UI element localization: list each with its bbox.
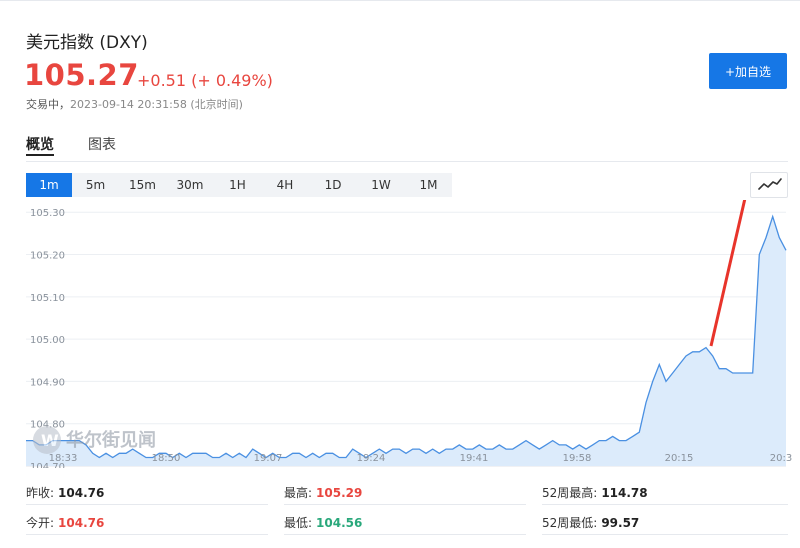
period-4h[interactable]: 4H xyxy=(261,173,309,197)
price-chart[interactable]: 105.30105.20105.10105.00104.90104.80104.… xyxy=(0,200,800,468)
y-tick-label: 104.90 xyxy=(30,377,65,388)
period-30m[interactable]: 30m xyxy=(166,173,214,197)
stat-52w-low: 52周最低: 99.57 xyxy=(542,514,639,531)
divider xyxy=(284,504,526,505)
price-area-fill xyxy=(26,216,786,466)
x-tick-label: 19:58 xyxy=(563,453,592,464)
tab-overview[interactable]: 概览 xyxy=(26,134,54,154)
x-tick-label: 18:50 xyxy=(152,453,181,464)
period-1mo[interactable]: 1M xyxy=(405,173,452,197)
y-tick-label: 105.20 xyxy=(30,251,65,262)
last-price: 105.27 xyxy=(24,58,139,92)
top-divider xyxy=(0,0,800,1)
stat-high: 最高: 105.29 xyxy=(284,484,362,501)
stat-label: 最低: xyxy=(284,516,313,530)
divider xyxy=(542,504,788,505)
y-tick-label: 105.10 xyxy=(30,293,65,304)
divider xyxy=(26,504,268,505)
instrument-title: 美元指数 (DXY) xyxy=(26,33,148,53)
stat-label: 52周最低: xyxy=(542,516,598,530)
stat-52w-high: 52周最高: 114.78 xyxy=(542,484,648,501)
x-tick-label: 20:15 xyxy=(665,453,694,464)
stat-open: 今开: 104.76 xyxy=(26,514,104,531)
stat-low: 最低: 104.56 xyxy=(284,514,362,531)
x-tick-label: 20:3 xyxy=(770,453,792,464)
period-5m[interactable]: 5m xyxy=(72,173,119,197)
period-1h[interactable]: 1H xyxy=(214,173,261,197)
period-1m[interactable]: 1m xyxy=(26,173,72,197)
watermark: W 华尔街见闻 xyxy=(33,426,156,454)
stat-label: 今开: xyxy=(26,516,55,530)
chart-type-toggle[interactable] xyxy=(750,172,788,198)
tabs-divider xyxy=(26,161,788,162)
stat-label: 昨收: xyxy=(26,486,55,500)
y-tick-label: 105.00 xyxy=(30,335,65,346)
stat-label: 52周最高: xyxy=(542,486,598,500)
stat-prev-close: 昨收: 104.76 xyxy=(26,484,104,501)
line-chart-icon xyxy=(758,178,782,190)
x-tick-label: 19:07 xyxy=(254,453,283,464)
x-tick-label: 19:24 xyxy=(357,453,386,464)
active-tab-indicator xyxy=(26,154,54,156)
timestamp: 2023-09-14 20:31:58 (北京时间) xyxy=(70,98,243,111)
price-change: +0.51 (+ 0.49%) xyxy=(137,71,273,90)
arrow-shaft xyxy=(709,200,747,347)
stat-label: 最高: xyxy=(284,486,313,500)
annotation-arrow xyxy=(709,200,747,347)
status-label: 交易中， xyxy=(26,98,70,111)
period-1w[interactable]: 1W xyxy=(357,173,405,197)
x-tick-label: 19:41 xyxy=(460,453,489,464)
stat-value: 105.29 xyxy=(316,486,363,500)
trading-status: 交易中，2023-09-14 20:31:58 (北京时间) xyxy=(26,96,243,112)
y-tick-label: 105.30 xyxy=(30,208,65,219)
x-tick-label: 18:33 xyxy=(49,453,78,464)
watermark-text: 华尔街见闻 xyxy=(66,429,156,451)
watermark-logo-letter: W xyxy=(41,431,59,450)
stat-value: 104.76 xyxy=(58,486,105,500)
stat-value: 104.76 xyxy=(58,516,105,530)
stat-value: 104.56 xyxy=(316,516,363,530)
period-1d[interactable]: 1D xyxy=(309,173,357,197)
add-to-watchlist-button[interactable]: +加自选 xyxy=(709,53,787,89)
tab-chart[interactable]: 图表 xyxy=(88,134,116,154)
stat-value: 114.78 xyxy=(601,486,648,500)
divider xyxy=(542,534,788,535)
stat-value: 99.57 xyxy=(601,516,640,530)
period-selector: 1m 5m 15m 30m 1H 4H 1D 1W 1M xyxy=(26,173,452,197)
divider xyxy=(26,534,268,535)
stats-panel: 昨收: 104.76 最高: 105.29 52周最高: 114.78 今开: 104.… xyxy=(0,476,800,546)
divider xyxy=(284,534,526,535)
period-15m[interactable]: 15m xyxy=(119,173,166,197)
